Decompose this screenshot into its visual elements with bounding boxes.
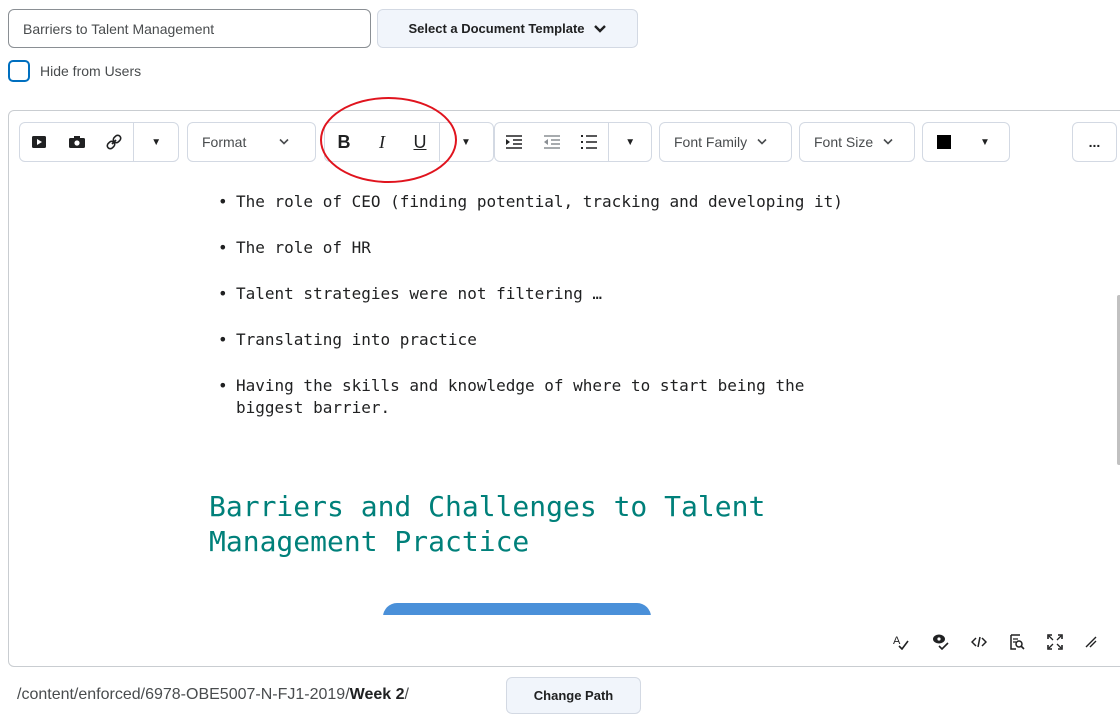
more-actions-label: ...: [1088, 134, 1101, 150]
content-heading: Barriers and Challenges to Talent Manage…: [209, 490, 766, 558]
bullet-list-icon: [581, 135, 598, 149]
chevron-down-icon: [593, 24, 606, 33]
editor-toolbar: ▼ Format B I U ▼ ▼ Font Family Font Size…: [19, 122, 1120, 162]
more-paragraph-button[interactable]: ▼: [609, 123, 651, 161]
font-color-group: ▼: [922, 122, 1010, 162]
editor-scrollbar[interactable]: [1115, 171, 1120, 615]
caret-down-icon: ▼: [980, 136, 990, 148]
caret-down-icon: ▼: [625, 136, 636, 148]
path-folder: Week 2: [349, 686, 405, 703]
path-suffix: /: [404, 686, 409, 703]
chevron-down-icon: [757, 138, 767, 145]
path-prefix: /content/enforced/6978-OBE5007-N-FJ1-201…: [17, 686, 350, 703]
list-item: The role of CEO (finding potential, trac…: [218, 191, 868, 213]
fullscreen-icon[interactable]: [1047, 634, 1063, 650]
font-family-dropdown[interactable]: Font Family: [659, 122, 792, 162]
indent-button[interactable]: [495, 123, 533, 161]
font-color-button[interactable]: [923, 123, 965, 161]
resize-icon[interactable]: [1085, 636, 1097, 648]
format-label: Format: [202, 134, 247, 150]
editor-content[interactable]: The role of CEO (finding potential, trac…: [9, 171, 1109, 615]
font-color-dropdown[interactable]: ▼: [965, 123, 1005, 161]
hide-from-users-label: Hide from Users: [40, 63, 142, 79]
source-code-icon[interactable]: [971, 636, 987, 648]
caret-down-icon: ▼: [151, 136, 162, 148]
chevron-down-icon: [883, 138, 893, 145]
font-family-inner: Font Family: [660, 123, 777, 161]
preview-icon[interactable]: [1009, 634, 1025, 650]
indent-icon: [505, 135, 522, 149]
insert-media-button[interactable]: [20, 123, 58, 161]
content-image-partial: [383, 603, 651, 615]
svg-text:A: A: [893, 635, 901, 647]
format-dropdown-inner: Format: [188, 123, 300, 161]
caret-down-icon: ▼: [461, 136, 471, 148]
more-insert-button[interactable]: ▼: [134, 123, 178, 161]
insert-image-icon: [68, 136, 85, 148]
html-editor: ▼ Format B I U ▼ ▼ Font Family Font Size…: [8, 110, 1120, 667]
font-size-dropdown[interactable]: Font Size: [799, 122, 915, 162]
accessibility-icon[interactable]: [931, 634, 949, 650]
insert-group: ▼: [19, 122, 179, 162]
list-item: Talent strategies were not filtering …: [218, 283, 868, 305]
template-button-label: Select a Document Template: [408, 21, 585, 36]
insert-image-button[interactable]: [58, 123, 96, 161]
chevron-down-icon: [279, 138, 289, 145]
change-path-label: Change Path: [533, 688, 614, 703]
format-dropdown[interactable]: Format: [187, 122, 316, 162]
hide-from-users-checkbox[interactable]: [8, 60, 30, 82]
annotation-circle: [320, 97, 457, 183]
list-button[interactable]: [571, 123, 609, 161]
title-input[interactable]: [8, 9, 371, 48]
bullet-list: The role of CEO (finding potential, trac…: [218, 191, 868, 443]
select-template-button[interactable]: Select a Document Template: [377, 9, 638, 48]
outdent-button[interactable]: [533, 123, 571, 161]
font-size-label: Font Size: [814, 134, 874, 150]
spellcheck-icon[interactable]: A: [893, 634, 909, 650]
insert-link-icon: [106, 134, 122, 150]
font-color-swatch: [937, 135, 951, 149]
file-path: /content/enforced/6978-OBE5007-N-FJ1-201…: [17, 686, 409, 704]
outdent-icon: [543, 135, 560, 149]
list-item: Having the skills and knowledge of where…: [218, 375, 868, 419]
insert-link-button[interactable]: [96, 123, 134, 161]
editor-status-bar: A: [893, 634, 1097, 650]
list-item: Translating into practice: [218, 329, 868, 351]
insert-media-icon: [31, 136, 46, 148]
more-actions-button[interactable]: ...: [1072, 122, 1117, 162]
hide-from-users-row[interactable]: Hide from Users: [8, 60, 141, 82]
change-path-button[interactable]: Change Path: [506, 677, 641, 714]
paragraph-group: ▼: [494, 122, 652, 162]
font-size-inner: Font Size: [800, 123, 903, 161]
font-family-label: Font Family: [674, 134, 748, 150]
list-item: The role of HR: [218, 237, 868, 259]
